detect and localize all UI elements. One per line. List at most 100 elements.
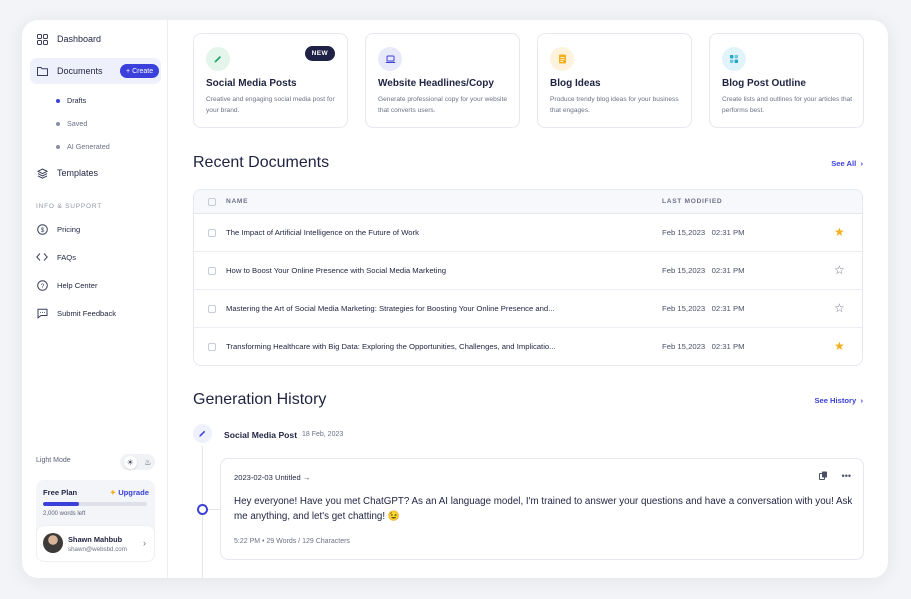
document-name[interactable]: Transforming Healthcare with Big Data: E…: [226, 342, 556, 351]
timeline-connector: [208, 509, 220, 510]
plan-title: Free Plan: [43, 488, 78, 497]
chevron-right-icon: ›: [143, 538, 146, 548]
bolt-icon: ✦: [109, 488, 117, 497]
sidebar: Dashboard Documents + Create Drafts Save…: [22, 20, 168, 578]
document-modified: Feb 15,2023 02:31 PM: [662, 266, 745, 275]
theme-toggle[interactable]: ☀ ♨: [120, 454, 155, 470]
main-content: NEW Social Media Posts Creative and enga…: [168, 20, 888, 578]
documents-table: NAME LAST MODIFIED The Impact of Artific…: [193, 189, 863, 366]
nav-submit-feedback[interactable]: Submit Feedback: [36, 307, 116, 319]
more-options-icon[interactable]: •••: [842, 471, 851, 482]
chevron-right-icon: ›: [858, 159, 863, 168]
laptop-icon: [378, 47, 402, 71]
card-title: Social Media Posts: [206, 78, 297, 89]
app-window: Dashboard Documents + Create Drafts Save…: [22, 20, 888, 578]
template-card-website-headlines[interactable]: Website Headlines/Copy Generate professi…: [365, 33, 520, 128]
row-checkbox[interactable]: [208, 229, 216, 237]
row-checkbox[interactable]: [208, 305, 216, 313]
usage-progress-bar: [43, 502, 147, 506]
document-icon: [550, 47, 574, 71]
section-label: INFO & SUPPORT: [36, 203, 102, 210]
user-email: shawn@websbd.com: [68, 546, 127, 553]
nav-templates-label: Templates: [57, 168, 99, 178]
card-description: Produce trendy blog ideas for your busin…: [550, 96, 679, 114]
pencil-icon: [206, 47, 230, 71]
select-all-checkbox[interactable]: [208, 198, 216, 206]
plus-icon: +: [126, 67, 131, 75]
see-history-link[interactable]: See History ›: [814, 396, 863, 405]
star-outline-icon[interactable]: ☆: [834, 301, 845, 315]
table-row[interactable]: The Impact of Artificial Intelligence on…: [194, 214, 862, 252]
table-row[interactable]: Transforming Healthcare with Big Data: E…: [194, 328, 862, 365]
user-name: Shawn Mahbub: [68, 535, 123, 544]
chevron-right-icon: ›: [858, 396, 863, 405]
sub-item-drafts[interactable]: Drafts: [56, 96, 86, 105]
chat-icon: [36, 307, 48, 319]
nav-pricing[interactable]: $ Pricing: [36, 223, 80, 235]
folder-icon: [36, 65, 48, 77]
column-header-last-modified: LAST MODIFIED: [662, 198, 723, 205]
table-row[interactable]: How to Boost Your Online Presence with S…: [194, 252, 862, 290]
row-checkbox[interactable]: [208, 343, 216, 351]
template-card-blog-ideas[interactable]: Blog Ideas Produce trendy blog ideas for…: [537, 33, 692, 128]
nav-dashboard[interactable]: Dashboard: [30, 26, 161, 52]
pencil-icon: [193, 424, 212, 443]
document-name[interactable]: The Impact of Artificial Intelligence on…: [226, 228, 419, 237]
create-button[interactable]: + Create: [120, 64, 160, 78]
history-entry-title: Social Media Post: [224, 430, 298, 440]
bulb-icon[interactable]: ♨: [144, 458, 151, 467]
table-header: NAME LAST MODIFIED: [194, 190, 862, 214]
grid-icon: [722, 47, 746, 71]
table-row[interactable]: Mastering the Art of Social Media Market…: [194, 290, 862, 328]
document-modified: Feb 15,2023 02:31 PM: [662, 228, 745, 237]
layers-icon: [36, 167, 48, 179]
card-title: Blog Ideas: [550, 78, 601, 89]
history-card-text: Hey everyone! Have you met ChatGPT? As a…: [234, 496, 853, 522]
history-card[interactable]: 2023-02-03 Untitled → ••• Hey everyone! …: [220, 458, 864, 560]
document-name[interactable]: Mastering the Art of Social Media Market…: [226, 304, 555, 313]
card-title: Website Headlines/Copy: [378, 78, 494, 89]
row-checkbox[interactable]: [208, 267, 216, 275]
grid-icon: [36, 33, 48, 45]
see-all-link[interactable]: See All ›: [831, 159, 863, 168]
new-badge: NEW: [304, 46, 335, 61]
template-card-social-media[interactable]: NEW Social Media Posts Creative and enga…: [193, 33, 348, 128]
light-mode-label: Light Mode: [36, 457, 71, 464]
plan-card: Free Plan ✦ Upgrade 2,000 words left Sha…: [36, 480, 155, 562]
nav-templates[interactable]: Templates: [30, 160, 161, 186]
nav-documents[interactable]: Documents + Create: [30, 58, 161, 84]
star-outline-icon[interactable]: ☆: [834, 263, 845, 277]
nav-help-center[interactable]: ? Help Center: [36, 279, 98, 291]
nav-faqs[interactable]: FAQs: [36, 251, 76, 263]
sub-item-ai-generated[interactable]: AI Generated: [56, 142, 110, 151]
document-name[interactable]: How to Boost Your Online Presence with S…: [226, 266, 446, 275]
document-modified: Feb 15,2023 02:31 PM: [662, 342, 745, 351]
sun-icon[interactable]: ☀: [123, 455, 137, 469]
copy-icon[interactable]: [818, 471, 828, 482]
svg-text:$: $: [40, 226, 44, 233]
nav-dashboard-label: Dashboard: [57, 34, 102, 44]
card-title: Blog Post Outline: [722, 78, 806, 89]
card-description: Generate professional copy for your webs…: [378, 96, 508, 114]
question-circle-icon: ?: [36, 279, 48, 291]
user-profile[interactable]: Shawn Mahbub shawn@websbd.com ›: [36, 525, 155, 562]
bullet-icon: [56, 121, 60, 126]
dollar-circle-icon: $: [36, 223, 48, 235]
usage-progress-fill: [43, 502, 80, 506]
code-icon: [36, 251, 48, 263]
upgrade-button[interactable]: ✦ Upgrade: [110, 488, 149, 497]
card-description: Create lists and outlines for your artic…: [722, 96, 853, 114]
sub-item-saved[interactable]: Saved: [56, 119, 87, 128]
svg-text:?: ?: [40, 282, 44, 289]
template-card-blog-outline[interactable]: Blog Post Outline Create lists and outli…: [709, 33, 864, 128]
nav-documents-label: Documents: [57, 66, 103, 76]
history-card-title[interactable]: 2023-02-03 Untitled →: [234, 473, 310, 482]
column-header-name: NAME: [226, 198, 249, 205]
history-card-meta: 5:22 PM • 29 Words / 129 Characters: [234, 538, 350, 545]
star-icon[interactable]: ★: [834, 339, 845, 353]
star-icon[interactable]: ★: [834, 225, 845, 239]
timeline-node: [197, 504, 208, 515]
document-modified: Feb 15,2023 02:31 PM: [662, 304, 745, 313]
avatar: [43, 533, 63, 553]
recent-documents-heading: Recent Documents: [193, 154, 330, 171]
